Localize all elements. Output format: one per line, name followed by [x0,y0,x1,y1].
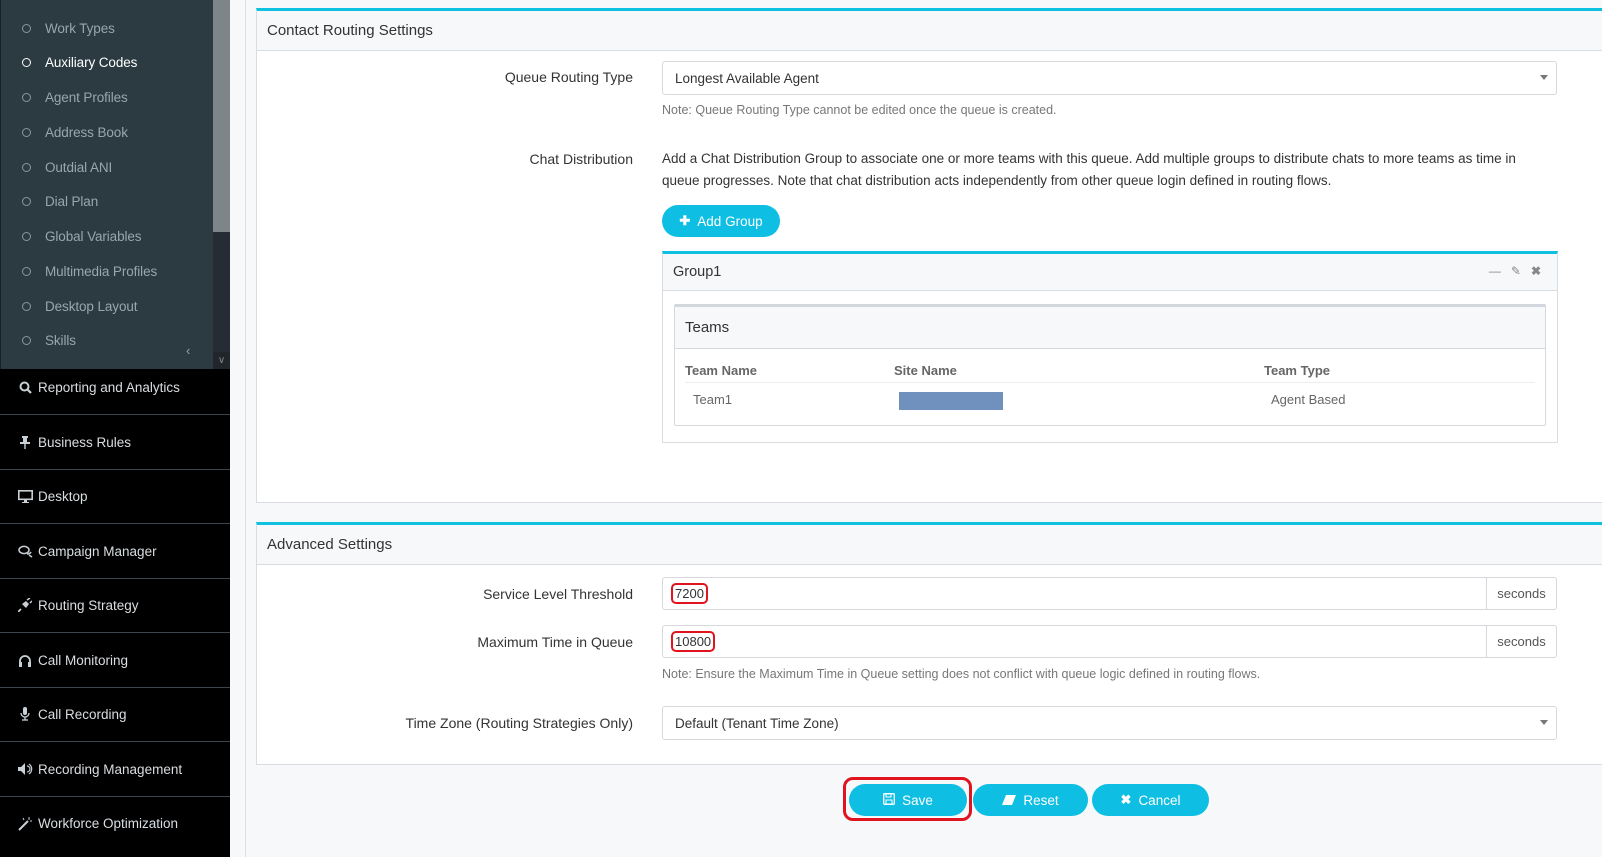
sidebar-item-business-rules[interactable]: Business Rules [0,415,230,470]
caret-down-icon [1540,75,1548,80]
panel-title: Contact Routing Settings [257,11,1602,51]
plug-icon [17,598,33,612]
caret-down-icon [1540,720,1548,725]
volume-icon [17,763,33,775]
max-time-note: Note: Ensure the Maximum Time in Queue s… [662,667,1261,681]
add-group-label: Add Group [697,213,763,229]
microphone-icon [17,707,33,721]
column-header-team-type: Team Type [1264,363,1330,378]
column-header-site-name: Site Name [894,363,957,378]
sidebar-item-desktop-layout[interactable]: Desktop Layout [1,289,213,324]
circle-icon [22,232,31,241]
queue-routing-type-label: Queue Routing Type [504,69,633,85]
time-zone-value: Default (Tenant Time Zone) [675,715,839,731]
search-icon [17,381,33,394]
queue-routing-type-select[interactable]: Longest Available Agent [662,61,1557,95]
time-zone-label: Time Zone (Routing Strategies Only) [405,715,633,731]
service-level-input[interactable]: 7200 [662,577,1486,610]
circle-icon [22,163,31,172]
save-highlight-box [843,777,972,821]
eraser-icon [1002,793,1017,808]
sidebar-item-workforce-optimization[interactable]: Workforce Optimization [0,796,230,851]
max-time-label: Maximum Time in Queue [477,634,633,650]
column-header-team-name: Team Name [685,363,758,378]
magic-wand-icon [17,816,33,831]
chevron-left-icon[interactable]: ‹ [186,343,190,358]
sidebar-item-multimedia-profiles[interactable]: Multimedia Profiles [1,254,213,289]
teams-title: Teams [675,307,1545,349]
pin-icon [17,435,33,449]
scrollbar-thumb[interactable] [213,0,230,232]
cancel-label: Cancel [1138,792,1181,808]
service-level-input-group: 7200 seconds [662,577,1557,610]
group-title: Group1 [673,264,722,280]
sidebar-item-agent-profiles[interactable]: Agent Profiles [1,80,213,115]
comments-icon [17,545,33,558]
sidebar-item-reporting-and-analytics[interactable]: Reporting and Analytics [0,360,230,415]
service-level-unit: seconds [1486,577,1557,610]
sidebar-item-dial-plan[interactable]: Dial Plan [1,184,213,219]
circle-icon [22,93,31,102]
circle-icon [22,302,31,311]
add-group-button[interactable]: ✚ Add Group [662,205,780,237]
circle-icon [22,128,31,137]
sidebar: Work Types Auxiliary Codes Agent Profile… [0,0,230,857]
sidebar-item-auxiliary-codes[interactable]: Auxiliary Codes [1,45,213,80]
circle-icon [22,197,31,206]
sidebar-item-call-monitoring[interactable]: Call Monitoring [0,633,230,688]
reset-label: Reset [1023,792,1059,808]
circle-icon [22,24,31,33]
team-name-cell: Team1 [693,392,733,407]
team-type-cell: Agent Based [1271,392,1346,407]
max-time-input-group: 10800 seconds [662,625,1557,658]
sidebar-item-recording-management[interactable]: Recording Management [0,742,230,797]
sidebar-item-desktop[interactable]: Desktop [0,469,230,524]
queue-routing-type-note: Note: Queue Routing Type cannot be edite… [662,103,1057,117]
sidebar-item-address-book[interactable]: Address Book [1,115,213,150]
circle-icon [22,336,31,345]
time-zone-select[interactable]: Default (Tenant Time Zone) [662,706,1557,740]
max-time-unit: seconds [1486,625,1557,658]
header-divider [685,382,1535,383]
service-level-value: 7200 [671,583,708,604]
max-time-input[interactable]: 10800 [662,625,1486,658]
cancel-button[interactable]: ✖ Cancel [1092,784,1209,816]
close-icon[interactable]: ✖ [1531,264,1541,278]
sidebar-scrollbar[interactable]: ∨ [213,0,230,369]
sidebar-item-routing-strategy[interactable]: Routing Strategy [0,578,230,633]
max-time-value: 10800 [671,631,716,652]
service-level-label: Service Level Threshold [483,586,633,602]
sidebar-item-outdial-ani[interactable]: Outdial ANI [1,150,213,185]
queue-routing-type-value: Longest Available Agent [675,70,819,86]
chat-distribution-description: Add a Chat Distribution Group to associa… [662,151,1516,188]
sidebar-item-call-recording[interactable]: Call Recording [0,687,230,742]
reset-button[interactable]: Reset [973,784,1088,816]
sidebar-item-work-types[interactable]: Work Types [1,11,213,46]
sidebar-item-skills[interactable]: Skills [1,323,213,358]
plus-icon: ✚ [679,213,691,228]
sidebar-submenu: Work Types Auxiliary Codes Agent Profile… [0,0,230,369]
content-gutter [230,0,246,857]
pencil-icon[interactable]: ✎ [1511,264,1521,278]
sidebar-item-global-variables[interactable]: Global Variables [1,219,213,254]
monitor-icon [17,489,33,503]
chat-distribution-label: Chat Distribution [529,151,634,167]
headphones-icon [17,654,33,667]
teams-panel: Teams Team Name Site Name Team Type Team… [674,304,1546,426]
panel-title: Advanced Settings [257,525,1602,565]
circle-icon [22,58,31,67]
sidebar-item-campaign-manager[interactable]: Campaign Manager [0,524,230,579]
close-icon: ✖ [1120,792,1132,807]
minimize-icon[interactable]: — [1489,264,1501,278]
circle-icon [22,267,31,276]
site-name-redacted [899,392,1003,410]
